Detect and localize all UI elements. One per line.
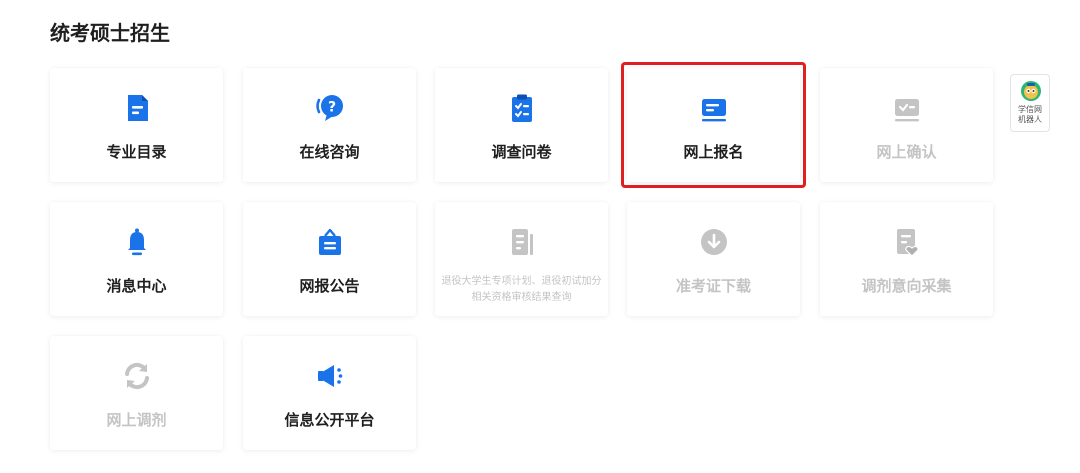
refresh-cycle-icon <box>121 360 153 392</box>
robot-avatar-icon <box>1020 80 1042 102</box>
tile-admission-ticket: 准考证下载 <box>627 202 800 316</box>
document-lines-icon <box>506 226 538 258</box>
tile-message-center[interactable]: 消息中心 <box>50 202 223 316</box>
confirm-card-icon <box>891 92 923 124</box>
tile-announcements[interactable]: 网报公告 <box>243 202 416 316</box>
download-circle-icon <box>698 226 730 258</box>
clipboard-checklist-icon <box>506 92 538 124</box>
tile-label: 准考证下载 <box>675 277 751 295</box>
tile-online-registration[interactable]: 网上报名 <box>621 62 806 188</box>
tile-veteran-qualification: 退役大学生专项计划、退役初试加分相关资格审核结果查询 <box>435 202 608 316</box>
tile-label: 专业目录 <box>106 143 167 161</box>
tile-label: 消息中心 <box>106 277 167 295</box>
tile-survey[interactable]: 调查问卷 <box>435 68 608 182</box>
tile-online-consult[interactable]: ? 在线咨询 <box>243 68 416 182</box>
tile-major-catalog[interactable]: 专业目录 <box>50 68 223 182</box>
tile-label: 在线咨询 <box>299 143 360 161</box>
robot-assistant-button[interactable]: 学信网机器人 <box>1010 74 1050 132</box>
tile-label: 调剂意向采集 <box>861 277 952 295</box>
svg-text:?: ? <box>327 100 335 116</box>
tile-adjustment-intent: 调剂意向采集 <box>820 202 993 316</box>
tile-label: 信息公开平台 <box>284 411 375 429</box>
tile-label: 网上调剂 <box>106 411 167 429</box>
tile-label: 调查问卷 <box>491 143 552 161</box>
tile-online-confirm: 网上确认 <box>820 68 993 182</box>
id-card-icon <box>698 92 730 124</box>
section-title: 统考硕士招生 <box>50 21 170 45</box>
tile-label: 网报公告 <box>299 277 360 295</box>
page: 统考硕士招生 专业目录 ? 在线咨询 调查问卷 网上报名 网上确认 消息中心 网… <box>0 0 1080 473</box>
tile-label: 退役大学生专项计划、退役初试加分相关资格审核结果查询 <box>441 276 602 303</box>
form-heart-icon <box>891 226 923 258</box>
bell-icon <box>121 226 153 258</box>
document-list-icon <box>121 92 153 124</box>
tile-online-adjustment: 网上调剂 <box>50 336 223 450</box>
tile-info-disclosure[interactable]: 信息公开平台 <box>243 336 416 450</box>
tile-label: 网上确认 <box>876 143 937 161</box>
megaphone-icon <box>314 360 346 392</box>
tile-label: 网上报名 <box>683 143 744 161</box>
bulletin-bag-icon <box>314 226 346 258</box>
chat-question-icon: ? <box>314 92 346 124</box>
robot-label: 学信网机器人 <box>1018 105 1042 124</box>
